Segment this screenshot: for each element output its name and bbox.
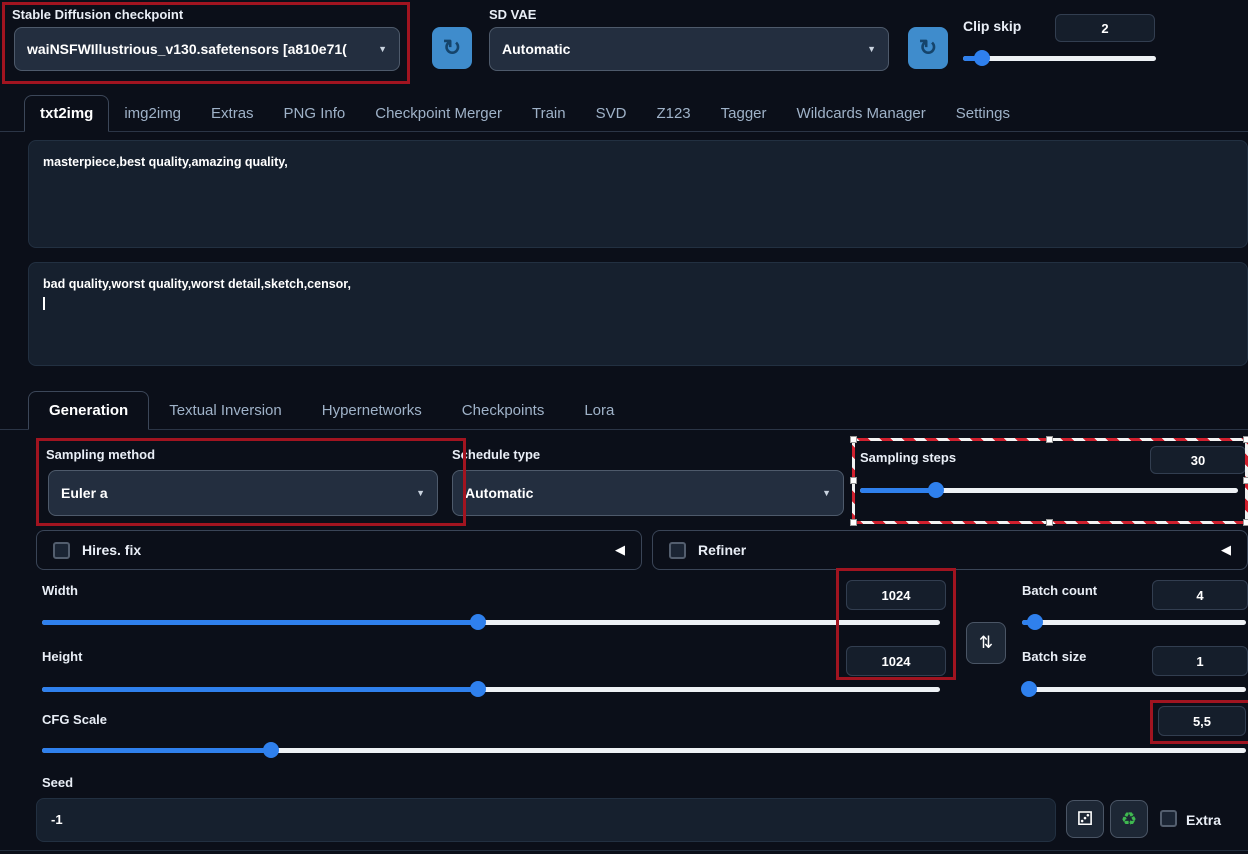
tab-lora[interactable]: Lora — [564, 392, 634, 429]
random-seed-button[interactable]: ⚂ — [1066, 800, 1104, 838]
slider-fill — [860, 488, 936, 493]
negative-prompt-text: bad quality,worst quality,worst detail,s… — [43, 277, 351, 291]
tab-checkpoints[interactable]: Checkpoints — [442, 392, 565, 429]
tab-checkpoint-merger[interactable]: Checkpoint Merger — [360, 96, 517, 131]
tab-settings[interactable]: Settings — [941, 96, 1025, 131]
bottom-divider — [0, 850, 1248, 851]
hires-fix-accordion[interactable]: Hires. fix ◀ — [36, 530, 642, 570]
width-number-input[interactable]: 1024 — [846, 580, 946, 610]
seed-label: Seed — [42, 775, 74, 790]
slider-track[interactable] — [1022, 687, 1246, 692]
refresh-icon: ↻ — [918, 35, 938, 60]
slider-knob[interactable] — [927, 482, 944, 498]
sampling-method-label: Sampling method — [46, 447, 156, 462]
tab-textual-inversion[interactable]: Textual Inversion — [149, 392, 302, 429]
tab-z123[interactable]: Z123 — [641, 96, 705, 131]
height-slider[interactable] — [42, 681, 940, 698]
tab-train[interactable]: Train — [517, 96, 581, 131]
cfg-scale-slider[interactable] — [42, 742, 1246, 759]
sampling-method-dropdown[interactable]: Euler a ▼ — [48, 470, 438, 516]
slider-knob[interactable] — [974, 50, 991, 66]
chevron-down-icon: ▼ — [378, 44, 387, 54]
slider-knob[interactable] — [1027, 614, 1044, 630]
tab-png-info[interactable]: PNG Info — [269, 96, 361, 131]
tab-tagger[interactable]: Tagger — [706, 96, 782, 131]
slider-knob[interactable] — [469, 681, 486, 697]
dice-icon: ⚂ — [1076, 808, 1094, 830]
tab-txt2img[interactable]: txt2img — [24, 95, 110, 132]
tab-hypernetworks[interactable]: Hypernetworks — [302, 392, 442, 429]
slider-track[interactable] — [1022, 620, 1246, 625]
reuse-seed-button[interactable]: ♻ — [1110, 800, 1148, 838]
clip-skip-number-input[interactable]: 2 — [1055, 14, 1155, 42]
checkpoint-dropdown[interactable]: waiNSFWIllustrious_v130.safetensors [a81… — [14, 27, 400, 71]
refiner-checkbox[interactable] — [669, 541, 686, 559]
refresh-vae-button[interactable]: ↻ — [908, 27, 948, 69]
seed-extra-checkbox[interactable] — [1160, 810, 1177, 827]
seed-input[interactable]: -1 — [36, 798, 1056, 842]
batch-count-slider[interactable] — [1022, 614, 1246, 631]
batch-size-number-input[interactable]: 1 — [1152, 646, 1248, 676]
slider-fill — [42, 687, 478, 692]
swap-dimensions-button[interactable]: ⇅ — [966, 622, 1006, 664]
chevron-down-icon: ▼ — [416, 488, 425, 498]
sd-vae-dropdown[interactable]: Automatic ▼ — [489, 27, 889, 71]
slider-fill — [42, 620, 478, 625]
slider-knob[interactable] — [262, 742, 279, 758]
prompt-text: masterpiece,best quality,amazing quality… — [43, 155, 288, 169]
swap-axes-icon: ⇅ — [978, 633, 994, 652]
sampling-steps-label: Sampling steps — [860, 450, 957, 465]
sd-vae-value: Automatic — [502, 41, 571, 57]
schedule-type-value: Automatic — [465, 485, 534, 501]
height-number-input[interactable]: 1024 — [846, 646, 946, 676]
refresh-checkpoint-button[interactable]: ↻ — [432, 27, 472, 69]
collapse-arrow-icon[interactable]: ◀ — [1221, 542, 1231, 558]
recycle-icon: ♻ — [1120, 808, 1138, 829]
stable-diffusion-webui: Stable Diffusion checkpoint waiNSFWIllus… — [0, 0, 1248, 854]
chevron-down-icon: ▼ — [822, 488, 831, 498]
refresh-icon: ↻ — [442, 35, 462, 60]
sampling-method-value: Euler a — [61, 485, 108, 501]
batch-count-number-input[interactable]: 4 — [1152, 580, 1248, 610]
width-label: Width — [42, 583, 78, 598]
hires-fix-label: Hires. fix — [82, 542, 142, 558]
negative-prompt-textarea[interactable]: bad quality,worst quality,worst detail,s… — [28, 262, 1248, 366]
schedule-type-label: Schedule type — [452, 447, 541, 462]
text-cursor — [43, 297, 45, 311]
slider-track[interactable] — [963, 56, 1156, 61]
sub-tab-bar: Generation Textual Inversion Hypernetworks… — [0, 386, 1248, 430]
schedule-type-dropdown[interactable]: Automatic ▼ — [452, 470, 844, 516]
chevron-down-icon: ▼ — [867, 44, 876, 54]
main-tab-bar: txt2img img2img Extras PNG Info Checkpoint M… — [0, 94, 1248, 132]
clip-skip-label: Clip skip — [963, 18, 1022, 34]
seed-extra-label: Extra — [1186, 812, 1222, 828]
hires-fix-checkbox[interactable] — [53, 541, 70, 559]
checkpoint-label: Stable Diffusion checkpoint — [12, 7, 184, 22]
refiner-label: Refiner — [698, 542, 747, 558]
slider-fill — [42, 748, 271, 753]
slider-knob[interactable] — [469, 614, 486, 630]
collapse-arrow-icon[interactable]: ◀ — [615, 542, 625, 558]
tab-extras[interactable]: Extras — [196, 96, 269, 131]
seed-value: -1 — [51, 811, 63, 827]
tab-generation[interactable]: Generation — [28, 391, 150, 430]
refiner-accordion[interactable]: Refiner ◀ — [652, 530, 1248, 570]
tab-img2img[interactable]: img2img — [109, 96, 196, 131]
cfg-scale-number-input[interactable]: 5,5 — [1158, 706, 1246, 736]
prompt-textarea[interactable]: masterpiece,best quality,amazing quality… — [28, 140, 1248, 248]
sampling-steps-number-input[interactable]: 30 — [1150, 446, 1246, 474]
sd-vae-label: SD VAE — [489, 7, 537, 22]
batch-size-slider[interactable] — [1020, 681, 1246, 698]
sampling-steps-slider[interactable] — [860, 482, 1238, 499]
checkpoint-value: waiNSFWIllustrious_v130.safetensors [a81… — [27, 41, 347, 57]
width-slider[interactable] — [42, 614, 940, 631]
batch-size-label: Batch size — [1022, 649, 1087, 664]
tab-svd[interactable]: SVD — [581, 96, 642, 131]
clip-skip-slider[interactable] — [963, 50, 1156, 67]
slider-knob[interactable] — [1020, 681, 1037, 697]
tab-wildcards-manager[interactable]: Wildcards Manager — [782, 96, 941, 131]
cfg-scale-label: CFG Scale — [42, 712, 108, 727]
height-label: Height — [42, 649, 83, 664]
batch-count-label: Batch count — [1022, 583, 1098, 598]
